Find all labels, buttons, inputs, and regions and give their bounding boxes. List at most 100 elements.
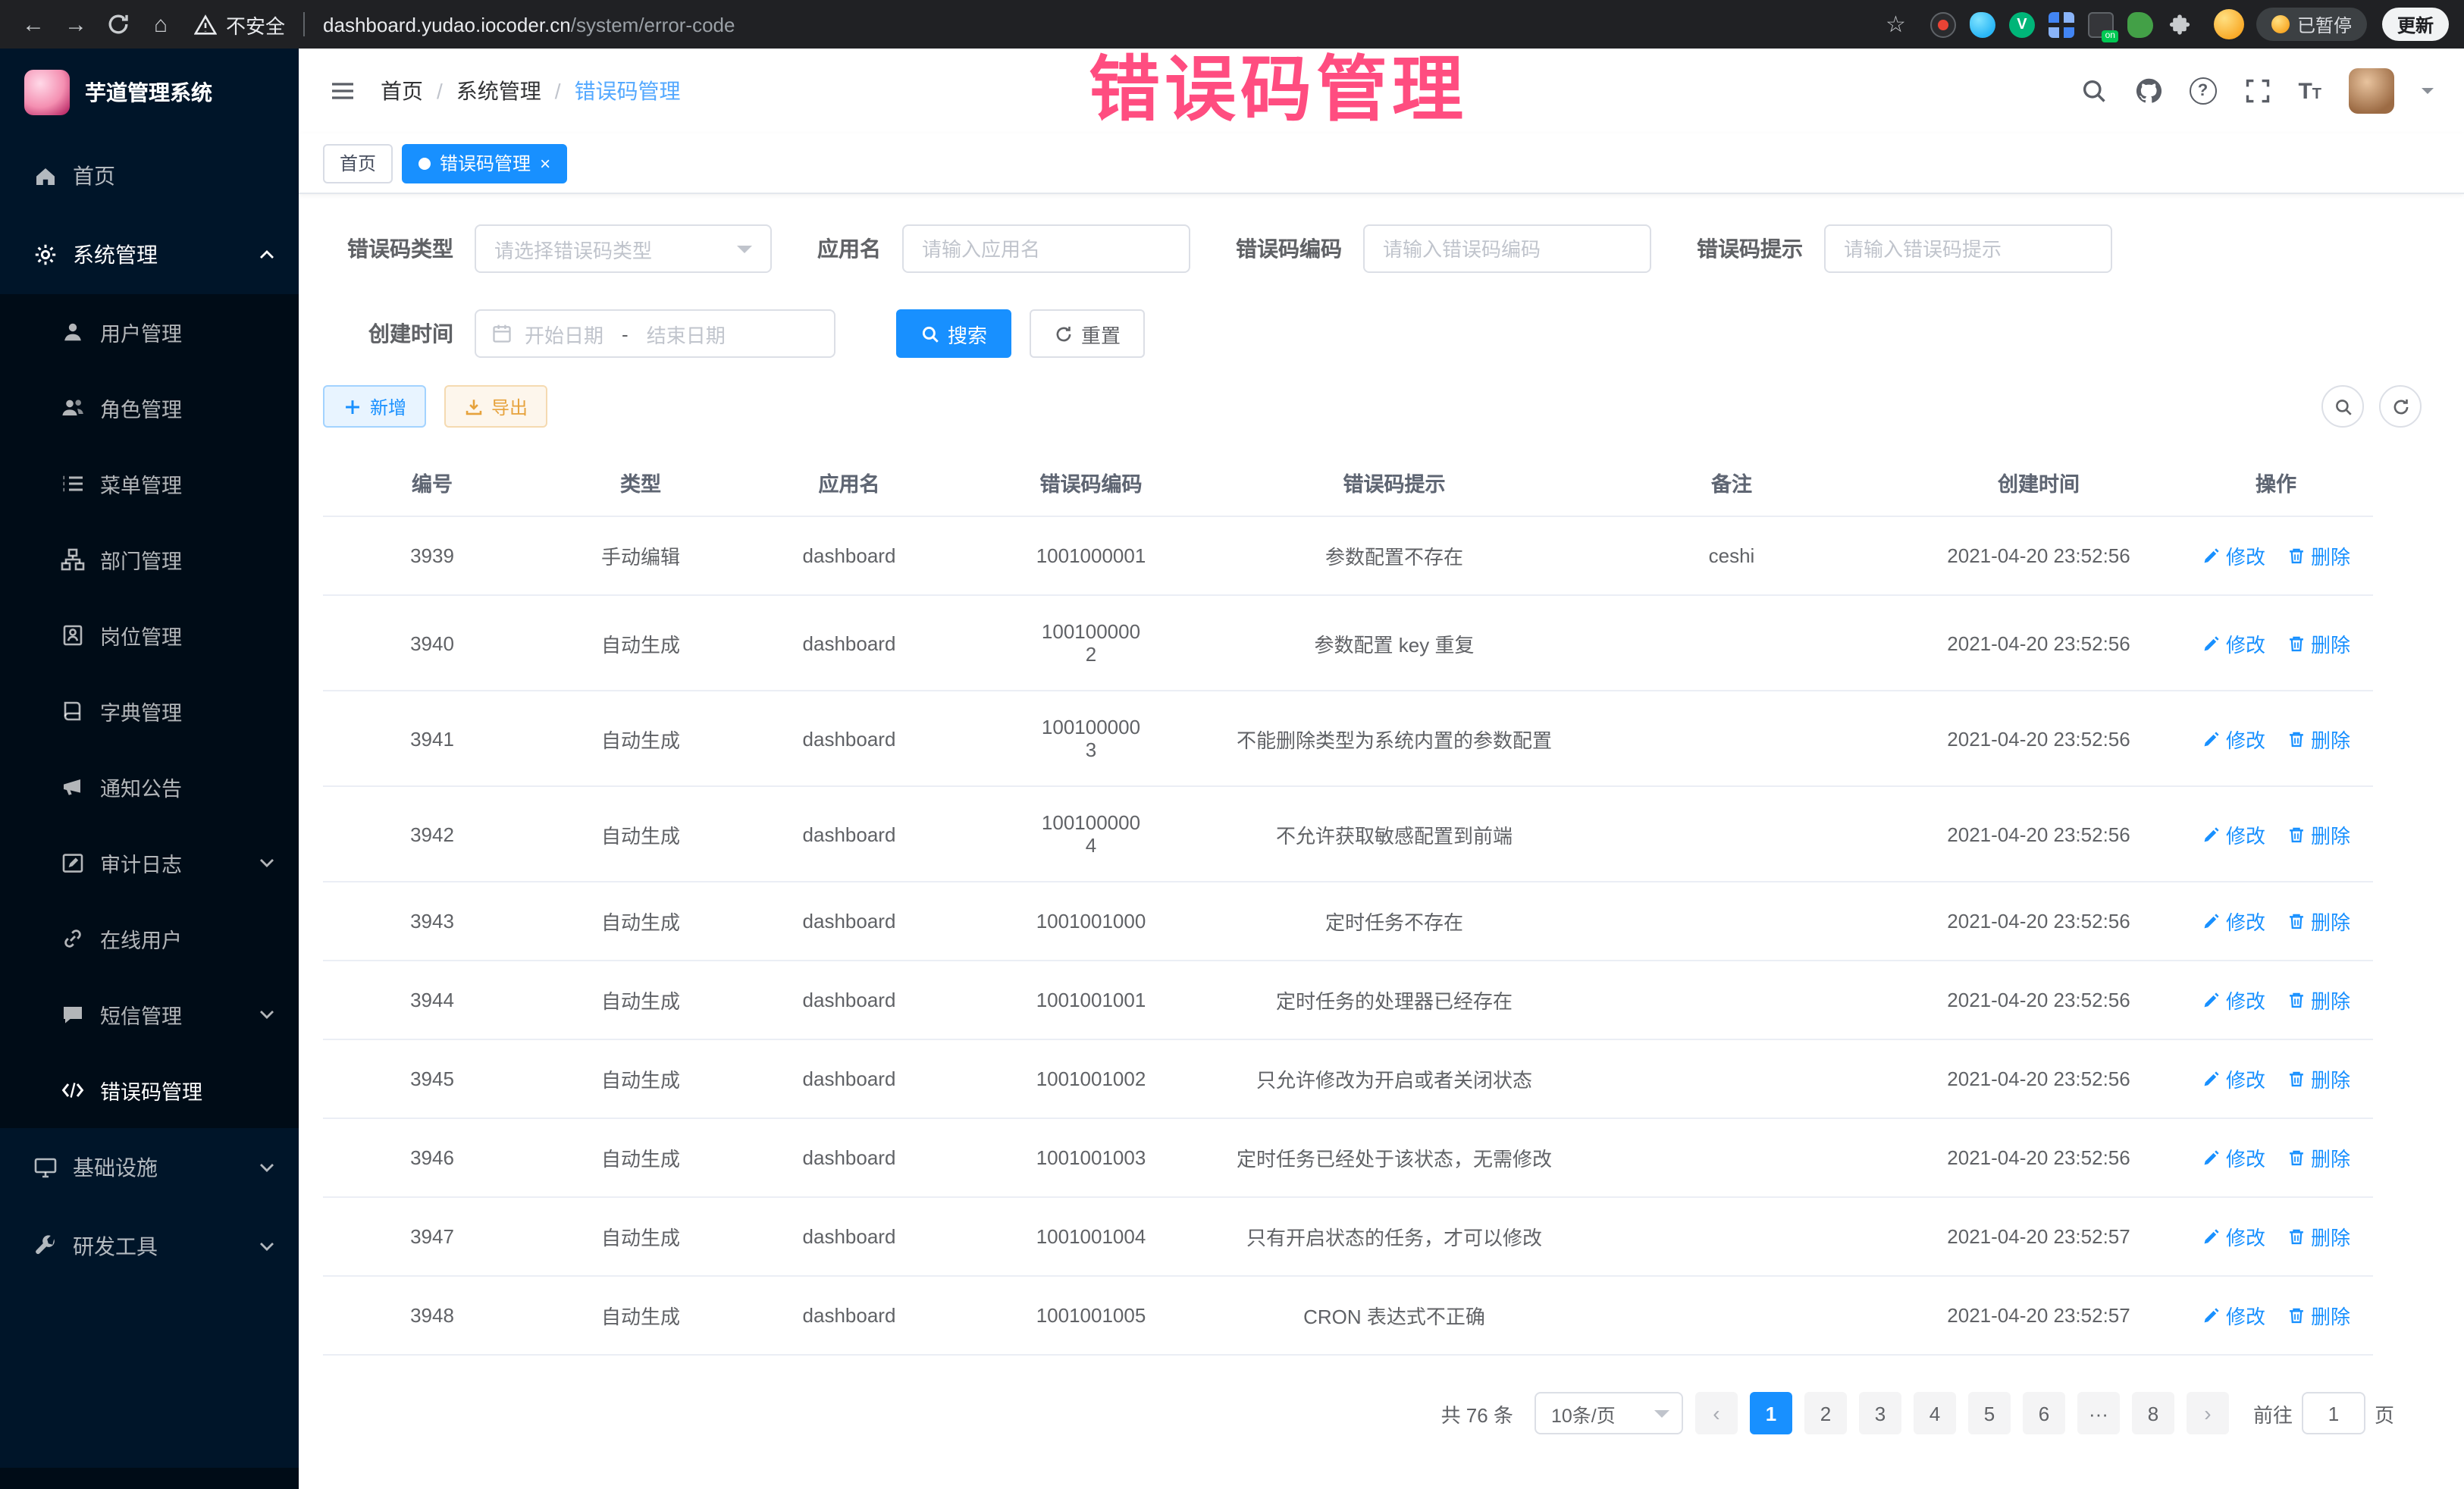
github-icon[interactable] xyxy=(2134,77,2161,105)
table-header-row: 编号 类型 应用名 错误码编码 错误码提示 备注 创建时间 操作 xyxy=(323,449,2373,516)
sidebar-item-departments[interactable]: 部门管理 xyxy=(0,522,299,597)
collapse-menu-icon[interactable] xyxy=(329,77,356,105)
grid-extension-icon[interactable] xyxy=(2049,11,2074,37)
delete-link[interactable]: 删除 xyxy=(2287,820,2350,848)
app-logo[interactable]: 芋道管理系统 xyxy=(0,49,299,136)
drop-extension-icon[interactable] xyxy=(1970,11,1995,37)
tab-error-codes[interactable]: 错误码管理 × xyxy=(402,143,567,183)
app-label: 应用名 xyxy=(817,234,881,264)
add-button[interactable]: 新增 xyxy=(323,385,426,428)
edit-icon xyxy=(2202,1227,2221,1246)
back-button[interactable]: ← xyxy=(15,6,52,42)
delete-link[interactable]: 删除 xyxy=(2287,1143,2350,1172)
delete-link[interactable]: 删除 xyxy=(2287,986,2350,1014)
delete-link[interactable]: 删除 xyxy=(2287,1301,2350,1330)
help-icon[interactable]: ? xyxy=(2189,77,2216,105)
filter-msg: 错误码提示 xyxy=(1697,224,2112,273)
cell-app: dashboard xyxy=(740,1197,958,1276)
delete-link[interactable]: 删除 xyxy=(2287,907,2350,936)
browser-profile-avatar[interactable] xyxy=(2214,9,2244,39)
forward-button[interactable]: → xyxy=(58,6,94,42)
next-page-button[interactable]: › xyxy=(2187,1392,2229,1434)
date-range-picker[interactable]: 开始日期 - 结束日期 xyxy=(475,309,835,358)
edit-link[interactable]: 修改 xyxy=(2202,629,2265,657)
sidebar-item-dev-tools[interactable]: 研发工具 xyxy=(0,1207,299,1286)
onetab-extension-icon[interactable]: on xyxy=(2088,11,2114,37)
app-input[interactable] xyxy=(902,224,1190,273)
reset-button[interactable]: 重置 xyxy=(1030,309,1145,358)
sidebar-collapse-bar[interactable] xyxy=(0,1468,299,1489)
delete-link[interactable]: 删除 xyxy=(2287,1222,2350,1251)
edit-link[interactable]: 修改 xyxy=(2202,907,2265,936)
calendar-icon xyxy=(491,323,513,344)
type-select[interactable]: 请选择错误码类型 xyxy=(475,224,772,273)
sidebar-item-menus[interactable]: 菜单管理 xyxy=(0,446,299,522)
delete-link[interactable]: 删除 xyxy=(2287,541,2350,570)
tags-view-bar: 首页 错误码管理 × xyxy=(299,133,2464,194)
page-button-2[interactable]: 2 xyxy=(1804,1392,1847,1434)
sidebar-item-online-users[interactable]: 在线用户 xyxy=(0,901,299,976)
bookmark-star-icon[interactable]: ☆ xyxy=(1886,11,1906,38)
edit-link[interactable]: 修改 xyxy=(2202,541,2265,570)
sidebar-item-dictionary[interactable]: 字典管理 xyxy=(0,673,299,749)
edit-link[interactable]: 修改 xyxy=(2202,1064,2265,1093)
security-indicator[interactable]: 不安全 xyxy=(194,10,285,39)
prev-page-button[interactable]: ‹ xyxy=(1695,1392,1738,1434)
page-button-5[interactable]: 5 xyxy=(1968,1392,2011,1434)
page-size-select[interactable]: 10条/页 xyxy=(1535,1392,1683,1434)
cell-app: dashboard xyxy=(740,1276,958,1355)
breadcrumb-home[interactable]: 首页 xyxy=(381,76,423,106)
page-button-8[interactable]: 8 xyxy=(2132,1392,2174,1434)
sidebar-item-roles[interactable]: 角色管理 xyxy=(0,370,299,446)
paused-badge[interactable]: 已暂停 xyxy=(2256,8,2367,41)
sidebar-item-home[interactable]: 首页 xyxy=(0,136,299,215)
sidebar-item-users[interactable]: 用户管理 xyxy=(0,294,299,370)
msg-input[interactable] xyxy=(1824,224,2112,273)
page-button-6[interactable]: 6 xyxy=(2023,1392,2065,1434)
edit-link[interactable]: 修改 xyxy=(2202,820,2265,848)
reload-button[interactable] xyxy=(100,6,136,42)
sidebar-item-posts[interactable]: 岗位管理 xyxy=(0,597,299,673)
edit-link[interactable]: 修改 xyxy=(2202,1143,2265,1172)
export-button[interactable]: 导出 xyxy=(444,385,547,428)
edit-link[interactable]: 修改 xyxy=(2202,986,2265,1014)
leaf-extension-icon[interactable] xyxy=(2127,11,2153,37)
update-button[interactable]: 更新 xyxy=(2382,8,2449,41)
home-button[interactable]: ⌂ xyxy=(143,6,179,42)
extensions-puzzle-icon[interactable] xyxy=(2167,11,2193,37)
sidebar-item-infrastructure[interactable]: 基础设施 xyxy=(0,1128,299,1207)
page-button-1[interactable]: 1 xyxy=(1750,1392,1792,1434)
record-extension-icon[interactable] xyxy=(1930,11,1956,37)
sidebar-item-audit-logs[interactable]: 审计日志 xyxy=(0,825,299,901)
font-size-icon[interactable]: TT xyxy=(2298,80,2321,102)
edit-link[interactable]: 修改 xyxy=(2202,1301,2265,1330)
close-tab-icon[interactable]: × xyxy=(540,154,550,172)
avatar-chevron-icon[interactable] xyxy=(2422,88,2434,100)
sidebar-item-error-codes[interactable]: 错误码管理 xyxy=(0,1052,299,1128)
delete-link[interactable]: 删除 xyxy=(2287,629,2350,657)
page-button-4[interactable]: 4 xyxy=(1914,1392,1956,1434)
edit-link[interactable]: 修改 xyxy=(2202,724,2265,753)
more-pages-button[interactable]: ··· xyxy=(2077,1392,2120,1434)
code-input[interactable] xyxy=(1363,224,1651,273)
refresh-table-button[interactable] xyxy=(2379,385,2422,428)
cell-code: 1001001003 xyxy=(958,1118,1224,1197)
cell-actions: 修改删除 xyxy=(2179,1197,2373,1276)
goto-page-input[interactable] xyxy=(2302,1392,2365,1434)
tab-home[interactable]: 首页 xyxy=(323,143,393,183)
check-extension-icon[interactable]: V xyxy=(2009,11,2035,37)
breadcrumb-system[interactable]: 系统管理 xyxy=(456,76,541,106)
sidebar-item-notices[interactable]: 通知公告 xyxy=(0,749,299,825)
user-avatar[interactable] xyxy=(2349,68,2394,114)
search-icon[interactable] xyxy=(2080,77,2107,105)
sidebar-item-system[interactable]: 系统管理 xyxy=(0,215,299,294)
sidebar-item-sms[interactable]: 短信管理 xyxy=(0,976,299,1052)
page-button-3[interactable]: 3 xyxy=(1859,1392,1901,1434)
search-button[interactable]: 搜索 xyxy=(896,309,1011,358)
edit-icon xyxy=(2202,911,2221,931)
delete-link[interactable]: 删除 xyxy=(2287,1064,2350,1093)
delete-link[interactable]: 删除 xyxy=(2287,724,2350,753)
show-search-button[interactable] xyxy=(2321,385,2364,428)
fullscreen-icon[interactable] xyxy=(2243,77,2271,105)
edit-link[interactable]: 修改 xyxy=(2202,1222,2265,1251)
